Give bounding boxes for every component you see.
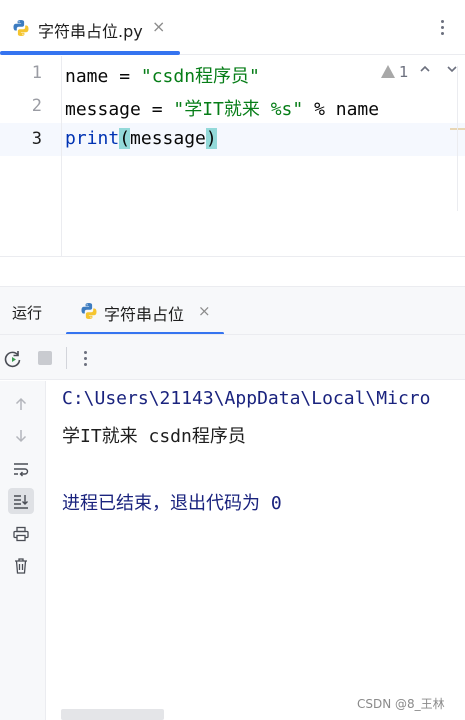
string-literal: "学IT就来 %s" <box>173 99 304 120</box>
line-number: 3 <box>31 129 42 149</box>
console-exit-line: 进程已结束，退出代码为 0 <box>62 493 282 514</box>
chevron-up-icon[interactable] <box>418 62 432 76</box>
editor-tab-bar: 字符串占位.py × <box>0 0 465 55</box>
run-toolbar <box>0 334 465 380</box>
argument: message <box>130 128 206 149</box>
trash-icon <box>15 558 27 574</box>
arrow-down-icon <box>15 430 27 443</box>
code-line-3[interactable]: print(message) <box>65 128 217 149</box>
editor-scrollbar[interactable] <box>457 66 465 211</box>
scroll-down-button[interactable] <box>8 423 34 449</box>
editor-tab-label: 字符串占位.py <box>38 22 143 41</box>
close-icon[interactable]: × <box>198 302 211 320</box>
run-panel-title: 运行 <box>12 304 43 322</box>
print-icon <box>13 526 29 542</box>
console-output-line: 学IT就来 csdn程序员 <box>62 426 246 447</box>
close-icon[interactable]: × <box>152 17 165 36</box>
format-expression: % name <box>303 99 380 120</box>
function-name: print <box>65 128 120 149</box>
run-tool-window-header: 运行 字符串占位 × <box>0 286 465 335</box>
console-output[interactable]: C:\Users\21143\AppData\Local\Micro 学IT就来… <box>47 381 465 720</box>
print-button[interactable] <box>8 521 34 547</box>
watermark: CSDN @8_王林 <box>357 697 445 711</box>
close-paren: ) <box>205 128 217 149</box>
scroll-to-end-icon <box>14 495 28 509</box>
soft-wrap-icon <box>14 463 29 477</box>
run-config-tab[interactable]: 字符串占位 × <box>66 287 224 335</box>
operator: = <box>140 99 174 120</box>
scroll-up-button[interactable] <box>8 391 34 417</box>
line-number-gutter: 1 2 3 <box>0 56 62 256</box>
run-tab-label: 字符串占位 <box>104 305 185 324</box>
horizontal-scrollbar[interactable] <box>61 709 164 720</box>
active-tab-indicator <box>0 51 180 55</box>
panel-splitter[interactable] <box>0 256 465 286</box>
clear-console-button[interactable] <box>8 553 34 579</box>
editor-tab-active[interactable]: 字符串占位.py × <box>0 0 180 55</box>
line-number: 1 <box>31 63 42 83</box>
console-side-toolbar <box>0 381 46 720</box>
console-command-line: C:\Users\21143\AppData\Local\Micro <box>62 388 431 409</box>
arrow-up-icon <box>15 397 27 410</box>
open-paren: ( <box>119 128 131 149</box>
line-number: 2 <box>31 96 42 116</box>
warning-icon <box>381 65 395 78</box>
stop-icon[interactable] <box>38 351 52 365</box>
identifier: message <box>65 99 141 120</box>
warnings-count: 1 <box>399 63 409 81</box>
toolbar-separator <box>66 347 67 369</box>
operator: = <box>108 66 141 87</box>
more-vertical-icon[interactable] <box>436 17 450 37</box>
scroll-to-end-button[interactable] <box>8 488 34 514</box>
rerun-icon[interactable] <box>3 349 23 369</box>
python-file-icon <box>81 303 97 319</box>
python-file-icon <box>13 20 29 36</box>
soft-wrap-button[interactable] <box>8 456 34 482</box>
string-literal: "csdn程序员" <box>140 66 260 87</box>
code-line-2[interactable]: message = "学IT就来 %s" % name <box>65 95 379 121</box>
more-vertical-icon[interactable] <box>80 348 90 368</box>
code-line-1[interactable]: name = "csdn程序员" <box>65 62 260 88</box>
identifier: name <box>65 66 109 87</box>
code-editor[interactable]: 1 2 3 name = "csdn程序员" message = "学IT就来 … <box>0 56 465 256</box>
